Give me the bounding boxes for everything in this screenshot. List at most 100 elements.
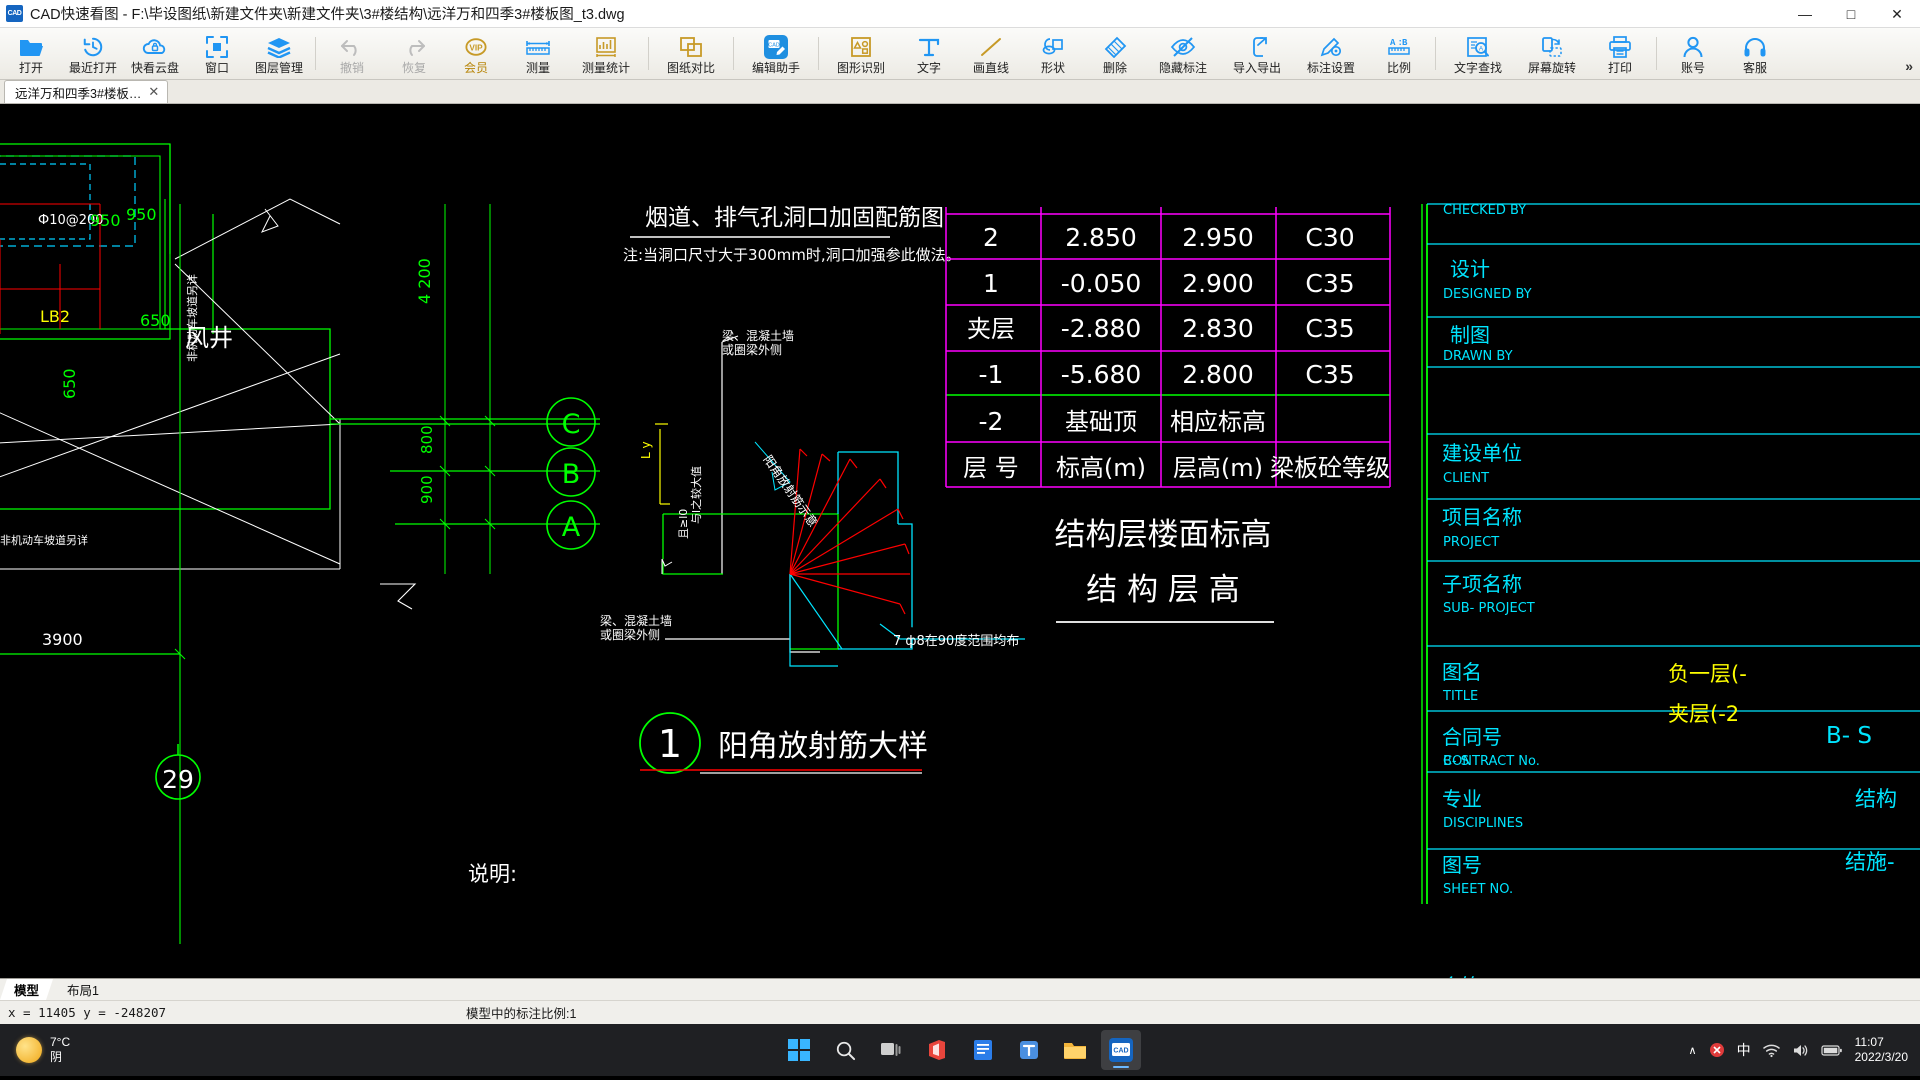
tool-vip-member[interactable]: VIP 会员	[445, 28, 507, 79]
tool-redo[interactable]: 恢复	[383, 28, 445, 79]
tool-shape-recognition[interactable]: 图形识别	[824, 28, 898, 79]
table-cell-floor: -1	[979, 360, 1004, 389]
close-icon[interactable]: ✕	[148, 84, 159, 100]
tool-import-export[interactable]: 导入导出	[1220, 28, 1294, 79]
tool-undo[interactable]: 撤销	[321, 28, 383, 79]
tool-shapes[interactable]: 形状	[1022, 28, 1084, 79]
svg-text:A: A	[1390, 38, 1396, 48]
elevation-table: 2 2.850 2.950 C30 1 -0.050 2.900 C35 夹层 …	[945, 207, 1391, 623]
file-tab-active[interactable]: 远洋万和四季3#楼板… ✕	[4, 80, 169, 103]
wps-writer-icon[interactable]	[963, 1030, 1003, 1070]
title-block-en-4: PROJECT	[1443, 535, 1499, 550]
tool-account[interactable]: 账号	[1662, 28, 1724, 79]
clock-date: 2022/3/20	[1854, 1050, 1908, 1064]
tool-window[interactable]: 窗口	[186, 28, 248, 79]
shapes-tool-icon	[1041, 34, 1065, 60]
title-block-en-5: SUB- PROJECT	[1443, 601, 1535, 616]
tool-label: 删除	[1102, 61, 1127, 75]
weather-widget[interactable]: 7°C 阴	[0, 1035, 70, 1065]
tool-hide-annotation[interactable]: 隐藏标注	[1146, 28, 1220, 79]
tool-label: 打开	[18, 61, 43, 75]
table-header-floor: 层 号	[963, 454, 1019, 482]
tool-draw-line[interactable]: 画直线	[960, 28, 1022, 79]
search-icon[interactable]	[825, 1030, 865, 1070]
file-explorer-icon[interactable]	[1055, 1030, 1095, 1070]
tool-text-find[interactable]: A 文字查找	[1441, 28, 1515, 79]
close-button[interactable]: ✕	[1874, 0, 1920, 28]
shape-recognition-icon	[849, 34, 873, 60]
chevron-up-icon[interactable]: ∧	[1689, 1044, 1697, 1057]
tool-scale[interactable]: A:B 比例	[1368, 28, 1430, 79]
battery-icon[interactable]	[1821, 1044, 1843, 1057]
layers-icon	[267, 34, 291, 60]
cad-vector-drawing: C B A 29 Ф10@200 950 950 LB2 650 650 风井 …	[0, 143, 1920, 944]
cad-reader-icon[interactable]: CAD	[1101, 1030, 1141, 1070]
tool-label: 文字查找	[1453, 61, 1502, 75]
redo-arrow-icon	[401, 34, 427, 60]
antivirus-shield-icon[interactable]	[1709, 1042, 1725, 1058]
hide-annotation-icon	[1170, 34, 1196, 60]
teams-icon[interactable]	[1009, 1030, 1049, 1070]
title-block-en-6: TITLE	[1442, 689, 1478, 704]
tool-delete[interactable]: 删除	[1084, 28, 1146, 79]
detail-radial-rebar: 梁、混凝土墙 或圈梁外侧 阳角放射筋示意 L y 与l之较大值 且≥l0 梁、混…	[600, 328, 1025, 667]
tool-label: 文字	[916, 61, 941, 75]
tool-layer-manager[interactable]: 图层管理	[248, 28, 310, 79]
tool-annotation-settings[interactable]: 标注设置	[1294, 28, 1368, 79]
tool-open[interactable]: 打开	[0, 28, 62, 79]
window-title: CAD快速看图 - F:\毕设图纸\新建文件夹\新建文件夹\3#楼结构\远洋万和…	[30, 7, 625, 23]
title-block-cn-3: 建设单位	[1442, 441, 1522, 465]
tool-measure-stats[interactable]: 测量统计	[569, 28, 643, 79]
dim-3900: 3900	[42, 630, 83, 649]
clock-time: 11:07	[1854, 1035, 1884, 1049]
tool-measure[interactable]: 测量	[507, 28, 569, 79]
tool-print[interactable]: 打印	[1589, 28, 1651, 79]
measure-stats-icon	[594, 34, 618, 60]
annotation-scale-readout: 模型中的标注比例:1	[466, 1007, 577, 1021]
tool-recent-open[interactable]: 最近打开	[62, 28, 124, 79]
minimize-button[interactable]: —	[1782, 0, 1828, 28]
maximize-button[interactable]: □	[1828, 0, 1874, 28]
tool-edit-assistant[interactable]: CAD 编辑助手	[739, 28, 813, 79]
clock-widget[interactable]: 11:07 2022/3/20	[1855, 1035, 1908, 1065]
toolbar-divider	[818, 37, 819, 70]
tool-compare-drawings[interactable]: 图纸对比	[654, 28, 728, 79]
tool-label: 恢复	[401, 61, 426, 75]
tool-customer-service[interactable]: 客服	[1724, 28, 1786, 79]
toolbar-divider	[1656, 37, 1657, 70]
dim-950-a: 950	[90, 211, 121, 230]
volume-icon[interactable]	[1792, 1043, 1809, 1058]
dim-900: 900	[418, 475, 436, 504]
tool-text[interactable]: 文字	[898, 28, 960, 79]
annotation-settings-icon	[1319, 34, 1343, 60]
task-view-icon[interactable]	[871, 1030, 911, 1070]
title-block-value-8: 结构	[1855, 787, 1897, 811]
wifi-icon[interactable]	[1762, 1043, 1780, 1058]
tab-layout1[interactable]: 布局1	[53, 979, 113, 1000]
tool-label: 图层管理	[254, 61, 303, 75]
tool-label: 比例	[1386, 61, 1411, 75]
ime-indicator[interactable]: 中	[1737, 1040, 1751, 1060]
start-windows-icon[interactable]	[779, 1030, 819, 1070]
title-block-value-6b: 夹层(-2	[1668, 702, 1739, 726]
cad-drawing-canvas[interactable]: C B A 29 Ф10@200 950 950 LB2 650 650 风井 …	[0, 104, 1920, 978]
table-cell-floor: -2	[979, 407, 1004, 436]
tool-cloud-disk[interactable]: 快看云盘	[124, 28, 186, 79]
svg-text:A: A	[1479, 46, 1484, 53]
title-block-cn-0: 设计	[1450, 257, 1490, 281]
office-icon[interactable]	[917, 1030, 957, 1070]
tool-screen-rotate[interactable]: 屏幕旋转	[1515, 28, 1589, 79]
cad-reader-label: CAD	[1113, 1048, 1128, 1055]
title-block: CHECKED BY 设计 DESIGNED BY 制图 DRAWN BY 建设…	[1421, 203, 1920, 904]
tab-model[interactable]: 模型	[0, 979, 53, 1000]
table-cell-height: 2.830	[1182, 314, 1254, 343]
windows-taskbar: 7°C 阴 CAD ∧ 中 11:07 2022/3/20	[0, 1024, 1920, 1076]
table-cell-grade: C30	[1305, 223, 1354, 252]
table-cell-floor: 1	[983, 269, 999, 298]
model-layout-tab-bar: 模型 布局1	[0, 978, 1920, 1000]
cloud-icon	[142, 34, 168, 60]
toolbar-divider	[648, 37, 649, 70]
toolbar-overflow-button[interactable]: »	[1900, 56, 1918, 76]
title-block-cn-1: 制图	[1450, 323, 1490, 347]
window-frame-icon	[206, 34, 228, 60]
